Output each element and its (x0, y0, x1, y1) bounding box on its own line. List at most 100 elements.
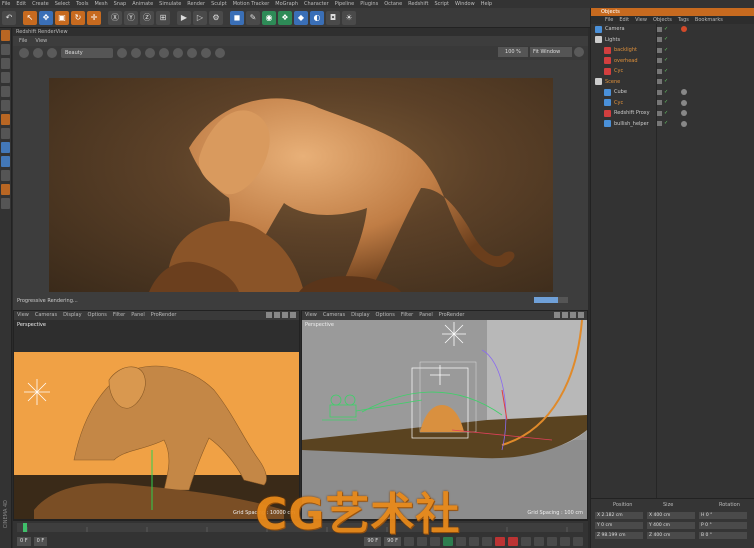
next-key-icon[interactable] (469, 536, 479, 546)
enabled-check-icon[interactable]: ✓ (664, 110, 669, 116)
menu-script[interactable]: Script (434, 1, 449, 7)
object-row[interactable]: Cube ✓ (591, 87, 754, 98)
tag-icon[interactable] (681, 26, 687, 33)
menu-animate[interactable]: Animate (132, 1, 153, 7)
object-row[interactable]: backlight ✓ (591, 45, 754, 56)
viewport-menu-prorender[interactable]: ProRender (151, 311, 177, 320)
tweak-mode-icon[interactable] (1, 142, 10, 153)
menu-plugins[interactable]: Plugins (360, 1, 378, 7)
layer-icon[interactable] (657, 68, 662, 74)
render-picture-viewer-icon[interactable]: ▷ (193, 10, 207, 25)
menu-window[interactable]: Window (455, 1, 475, 7)
tag-icon[interactable] (681, 110, 687, 117)
rotation-b-field[interactable]: B 0 ° (699, 532, 747, 539)
camera-icon[interactable]: ◘ (326, 10, 340, 25)
layer-icon[interactable] (657, 79, 662, 85)
rotation-h-field[interactable]: H 0 ° (699, 512, 747, 519)
enabled-check-icon[interactable]: ✓ (664, 79, 669, 84)
compare-icon[interactable] (187, 48, 197, 58)
bucket-icon[interactable] (159, 48, 169, 58)
deformer-icon[interactable]: ◆ (294, 10, 308, 25)
layer-icon[interactable] (657, 89, 662, 95)
x-axis-icon[interactable]: Ⓧ (108, 10, 122, 25)
y-axis-icon[interactable]: Ⓨ (124, 10, 138, 25)
rotation-p-field[interactable]: P 0 ° (699, 522, 747, 529)
solo-icon[interactable] (1, 184, 10, 195)
region-icon[interactable] (173, 48, 183, 58)
layer-icon[interactable] (657, 121, 662, 127)
cube-primitive-icon[interactable]: ◼ (230, 10, 244, 25)
layer-icon[interactable] (657, 47, 662, 53)
recent-tool-icon[interactable]: ✛ (87, 10, 101, 25)
menu-redshift[interactable]: Redshift (408, 1, 428, 7)
object-row[interactable]: Lights ✓ (591, 35, 754, 46)
coordinate-system-icon[interactable]: ⊞ (156, 10, 170, 25)
timeline-current-field[interactable]: 0 F (33, 536, 48, 546)
viewport-zoom-icon[interactable] (274, 312, 280, 318)
menu-tools[interactable]: Tools (76, 1, 88, 7)
object-menu-objects[interactable]: Objects (653, 16, 672, 24)
rotation-key-icon[interactable] (560, 536, 570, 546)
move-tool-icon[interactable]: ✥ (39, 10, 53, 25)
tag-icon[interactable] (681, 120, 687, 127)
menu-mesh[interactable]: Mesh (94, 1, 107, 7)
viewport-zoom-icon[interactable] (562, 312, 568, 318)
menu-character[interactable]: Character (304, 1, 329, 7)
environment-icon[interactable]: ◐ (310, 10, 324, 25)
position-z-field[interactable]: Z 98.199 cm (595, 532, 643, 539)
enabled-check-icon[interactable]: ✓ (664, 100, 669, 105)
points-mode-icon[interactable] (1, 72, 10, 83)
snap-icon[interactable] (1, 156, 10, 167)
object-row[interactable]: overhead ✓ (591, 56, 754, 67)
rotate-tool-icon[interactable]: ↻ (71, 10, 85, 25)
object-row[interactable]: Cyc ✓ (591, 98, 754, 109)
select-tool-icon[interactable]: ↖ (23, 10, 37, 25)
object-row[interactable]: bullish_helper ✓ (591, 119, 754, 130)
size-y-field[interactable]: Y 400 cm (647, 522, 695, 529)
viewport-maximize-icon[interactable] (578, 312, 584, 318)
enabled-check-icon[interactable]: ✓ (664, 26, 669, 32)
object-row[interactable]: Camera ✓ (591, 24, 754, 35)
cloner-icon[interactable]: ❖ (278, 10, 292, 25)
viewport-menu-display[interactable]: Display (63, 311, 81, 320)
menu-sculpt[interactable]: Sculpt (211, 1, 227, 7)
edges-mode-icon[interactable] (1, 86, 10, 97)
size-x-field[interactable]: X 400 cm (647, 512, 695, 519)
goto-end-icon[interactable] (482, 536, 492, 546)
enabled-check-icon[interactable]: ✓ (664, 121, 669, 126)
position-y-field[interactable]: Y 0 cm (595, 522, 643, 529)
enabled-check-icon[interactable]: ✓ (664, 89, 669, 95)
viewport-menu-options[interactable]: Options (88, 311, 107, 320)
viewport-menu-filter[interactable]: Filter (113, 311, 125, 320)
viewport-menu-options[interactable]: Options (376, 311, 395, 320)
layer-icon[interactable] (657, 26, 662, 32)
stop-render-icon[interactable] (33, 48, 43, 58)
texture-mode-icon[interactable] (1, 44, 10, 55)
viewport-menu-cameras[interactable]: Cameras (35, 311, 57, 320)
settings-gear-icon[interactable] (574, 47, 584, 57)
object-row[interactable]: Cyc ✓ (591, 66, 754, 77)
viewport-menu-panel[interactable]: Panel (419, 311, 433, 320)
layer-icon[interactable] (657, 100, 662, 106)
position-x-field[interactable]: X 2.182 cm (595, 512, 643, 519)
scale-key-icon[interactable] (547, 536, 557, 546)
object-row[interactable]: Scene ✓ (591, 77, 754, 88)
viewport-menu-prorender[interactable]: ProRender (439, 311, 465, 320)
menu-simulate[interactable]: Simulate (159, 1, 181, 7)
menu-pipeline[interactable]: Pipeline (335, 1, 355, 7)
subdivision-icon[interactable]: ◉ (262, 10, 276, 25)
viewport-menu-filter[interactable]: Filter (401, 311, 413, 320)
scale-tool-icon[interactable]: ▣ (55, 10, 69, 25)
viewport-move-icon[interactable] (554, 312, 560, 318)
enabled-check-icon[interactable]: ✓ (664, 58, 669, 63)
render-view-icon[interactable]: ▶ (177, 10, 191, 25)
object-menu-tags[interactable]: Tags (678, 16, 689, 24)
polygons-mode-icon[interactable] (1, 100, 10, 111)
object-menu-bookmarks[interactable]: Bookmarks (695, 16, 723, 24)
layer-icon[interactable] (657, 110, 662, 116)
camera-select-icon[interactable] (201, 48, 211, 58)
viewport-move-icon[interactable] (266, 312, 272, 318)
object-menu-view[interactable]: View (635, 16, 647, 24)
viewport-menu-view[interactable]: View (305, 311, 317, 320)
lock-icon[interactable] (145, 48, 155, 58)
